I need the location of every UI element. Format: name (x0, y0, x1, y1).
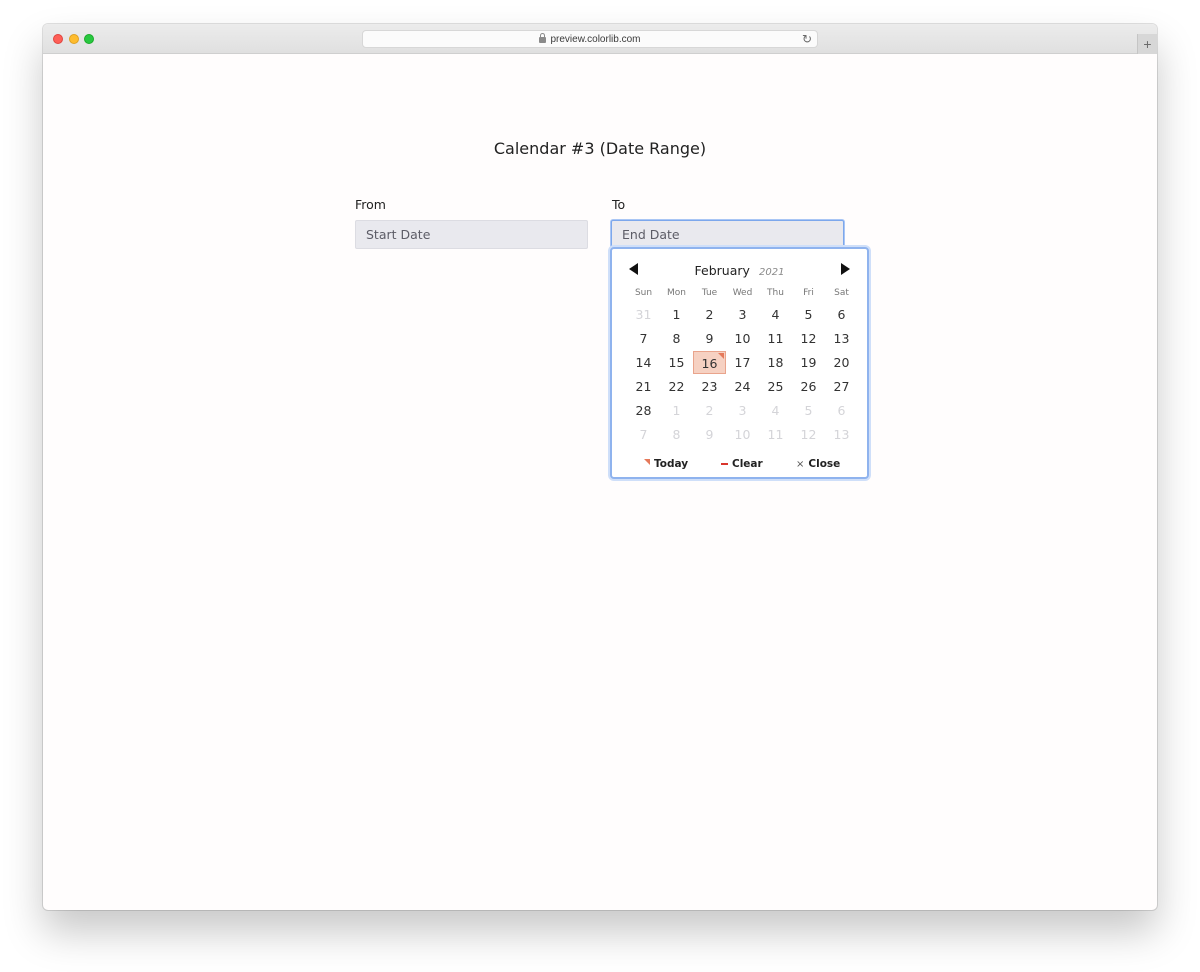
calendar-day[interactable]: 10 (726, 327, 759, 350)
calendar-day[interactable]: 20 (825, 351, 858, 374)
calendar-day-other-month[interactable]: 31 (627, 303, 660, 326)
today-button[interactable]: Today (644, 458, 688, 470)
calendar-day[interactable]: 26 (792, 375, 825, 398)
calendar-day-other-month[interactable]: 6 (825, 399, 858, 422)
calendar-day[interactable]: 1 (660, 303, 693, 326)
lock-icon (539, 33, 547, 43)
calendar-day-other-month[interactable]: 2 (693, 399, 726, 422)
calendar-day[interactable]: 28 (627, 399, 660, 422)
weekday-header-row: Sun Mon Tue Wed Thu Fri Sat (627, 284, 858, 302)
month-year-title[interactable]: February 2021 (612, 260, 867, 279)
from-label: From (355, 197, 386, 212)
month-label: February (694, 263, 750, 278)
weekday-label: Thu (767, 288, 784, 298)
calendar-day[interactable]: 19 (792, 351, 825, 374)
browser-titlebar: preview.colorlib.com ↻ + (43, 24, 1157, 54)
calendar-day[interactable]: 18 (759, 351, 792, 374)
calendar-week-row: 21 22 23 24 25 26 27 (627, 374, 858, 398)
calendar-day[interactable]: 17 (726, 351, 759, 374)
zoom-window-icon[interactable] (84, 34, 94, 44)
year-label: 2021 (759, 267, 785, 278)
clear-button[interactable]: Clear (721, 458, 763, 470)
calendar-week-row: 31 1 2 3 4 5 6 (627, 302, 858, 326)
weekday-label: Sat (834, 288, 849, 298)
calendar-week-row: 14 15 16 17 18 19 20 (627, 350, 858, 374)
calendar-day[interactable]: 6 (825, 303, 858, 326)
calendar-week-row: 28 1 2 3 4 5 6 (627, 398, 858, 422)
calendar-day-other-month[interactable]: 4 (759, 399, 792, 422)
calendar-day-other-month[interactable]: 11 (759, 423, 792, 446)
datepicker-popup: February 2021 Sun Mon Tue Wed Thu Fri Sa… (610, 247, 869, 479)
calendar-day[interactable]: 27 (825, 375, 858, 398)
calendar-day[interactable]: 4 (759, 303, 792, 326)
calendar-day[interactable]: 14 (627, 351, 660, 374)
calendar-week-row: 7 8 9 10 11 12 13 (627, 422, 858, 446)
calendar-day[interactable]: 9 (693, 327, 726, 350)
close-button[interactable]: × Close (796, 458, 840, 470)
calendar-day[interactable]: 3 (726, 303, 759, 326)
calendar-day[interactable]: 15 (660, 351, 693, 374)
weekday-label: Mon (667, 288, 686, 298)
datepicker-footer: Today Clear × Close (612, 458, 867, 476)
calendar-day-other-month[interactable]: 3 (726, 399, 759, 422)
today-button-label: Today (654, 458, 689, 470)
calendar-day[interactable]: 13 (825, 327, 858, 350)
calendar-day-other-month[interactable]: 13 (825, 423, 858, 446)
calendar-day[interactable]: 11 (759, 327, 792, 350)
address-bar[interactable]: preview.colorlib.com ↻ (362, 30, 818, 48)
calendar-day[interactable]: 2 (693, 303, 726, 326)
close-icon: × (796, 458, 805, 470)
browser-window: preview.colorlib.com ↻ + Calendar #3 (Da… (43, 24, 1157, 910)
weekday-label: Sun (634, 288, 653, 298)
calendar-week-row: 7 8 9 10 11 12 13 (627, 326, 858, 350)
minus-icon (721, 463, 728, 465)
weekday-label: Fri (803, 288, 814, 298)
weekday-label: Tue (701, 288, 718, 298)
weekday-label: Wed (732, 288, 753, 298)
to-label: To (612, 197, 626, 212)
today-marker-icon (644, 459, 650, 465)
calendar-day[interactable]: 24 (726, 375, 759, 398)
end-date-input[interactable] (611, 220, 844, 249)
calendar-day[interactable]: 22 (660, 375, 693, 398)
calendar-day[interactable]: 23 (693, 375, 726, 398)
close-button-label: Close (808, 458, 841, 470)
address-bar-url: preview.colorlib.com (550, 33, 641, 45)
calendar-weeks: 31 1 2 3 4 5 6 7 8 9 10 11 12 13 14 15 16 17 18 19 20 21 22 23 2… (627, 302, 858, 446)
calendar-day-other-month[interactable]: 8 (660, 423, 693, 446)
start-date-input[interactable] (355, 220, 588, 249)
calendar-day-other-month[interactable]: 12 (792, 423, 825, 446)
calendar-day[interactable]: 7 (627, 327, 660, 350)
calendar-day-other-month[interactable]: 9 (693, 423, 726, 446)
calendar-day-other-month[interactable]: 10 (726, 423, 759, 446)
calendar-day[interactable]: 25 (759, 375, 792, 398)
reload-icon[interactable]: ↻ (802, 32, 812, 46)
minimize-window-icon[interactable] (69, 34, 79, 44)
page-title: Calendar #3 (Date Range) (493, 139, 707, 158)
calendar-day[interactable]: 8 (660, 327, 693, 350)
datepicker-header: February 2021 (612, 259, 867, 279)
clear-button-label: Clear (732, 458, 763, 470)
calendar-day[interactable]: 5 (792, 303, 825, 326)
next-month-icon[interactable] (841, 263, 850, 275)
calendar-day-other-month[interactable]: 5 (792, 399, 825, 422)
close-window-icon[interactable] (53, 34, 63, 44)
calendar-day-today[interactable]: 16 (693, 350, 726, 374)
calendar-day[interactable]: 21 (627, 375, 660, 398)
calendar-day-other-month[interactable]: 7 (627, 423, 660, 446)
new-tab-button[interactable]: + (1137, 34, 1157, 54)
calendar-day-other-month[interactable]: 1 (660, 399, 693, 422)
calendar-day[interactable]: 12 (792, 327, 825, 350)
calendar-grid: Sun Mon Tue Wed Thu Fri Sat 31 1 2 3 4 5 6 7 8 9 1… (627, 284, 858, 446)
